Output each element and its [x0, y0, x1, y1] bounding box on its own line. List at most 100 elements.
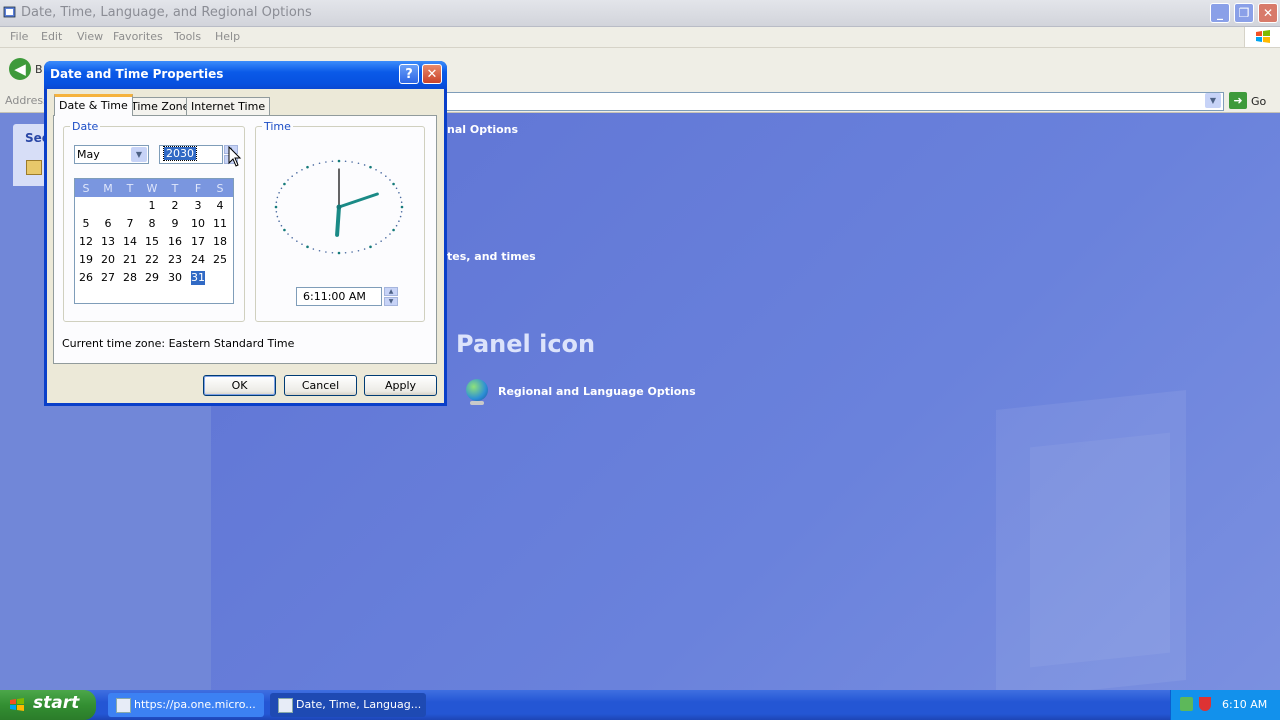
- close-window-button[interactable]: ✕: [1258, 3, 1278, 23]
- calendar-day[interactable]: 24: [188, 253, 208, 267]
- time-spinner[interactable]: ▲ ▼: [384, 287, 398, 306]
- calendar-day[interactable]: 27: [98, 271, 118, 285]
- network-icon[interactable]: [1180, 697, 1193, 711]
- calendar-day[interactable]: 7: [120, 217, 140, 231]
- restore-button[interactable]: ❐: [1234, 3, 1254, 23]
- clock-tick: [278, 220, 280, 223]
- calendar-day[interactable]: 21: [120, 253, 140, 267]
- clock-tick: [363, 248, 366, 250]
- help-button[interactable]: ?: [399, 64, 419, 84]
- calendar-day[interactable]: 10: [188, 217, 208, 231]
- dialog-close-button[interactable]: ✕: [422, 64, 442, 84]
- calendar-day[interactable]: 25: [210, 253, 230, 267]
- main-window-titlebar[interactable]: Date, Time, Language, and Regional Optio…: [0, 0, 1280, 27]
- clock-tick: [392, 228, 395, 232]
- menu-view[interactable]: View: [77, 30, 103, 43]
- address-dropdown-button[interactable]: ▼: [1205, 93, 1221, 108]
- calendar-day[interactable]: 15: [142, 235, 162, 249]
- calendar-day[interactable]: 3: [188, 199, 208, 213]
- clock-tick: [351, 251, 353, 253]
- clock-tick: [275, 211, 278, 213]
- task-label: https://pa.one.micro...: [134, 698, 256, 711]
- taskbar-clock[interactable]: 6:10 AM: [1222, 698, 1267, 711]
- clock-tick: [375, 243, 377, 246]
- minimize-button[interactable]: _: [1210, 3, 1230, 23]
- calendar-day[interactable]: 17: [188, 235, 208, 249]
- security-shield-icon[interactable]: [1199, 697, 1211, 711]
- panel-icon-heading: Panel icon: [456, 330, 596, 358]
- calendar-day[interactable]: 23: [165, 253, 185, 267]
- calendar-day[interactable]: 11: [210, 217, 230, 231]
- weekday-label: M: [103, 182, 113, 195]
- help-icon: ?: [405, 66, 413, 82]
- time-spin-down-button[interactable]: ▼: [384, 297, 398, 306]
- clock-tick: [280, 224, 283, 227]
- calendar-day[interactable]: 14: [120, 235, 140, 249]
- menu-tools[interactable]: Tools: [174, 30, 201, 43]
- clock-tick: [276, 215, 279, 218]
- calendar-day[interactable]: 20: [98, 253, 118, 267]
- calendar-day[interactable]: 13: [98, 235, 118, 249]
- ok-button[interactable]: OK: [203, 375, 276, 396]
- mouse-cursor-icon: [228, 146, 242, 167]
- task-link-dates-times[interactable]: tes, and times: [447, 250, 536, 263]
- address-input[interactable]: [440, 92, 1224, 111]
- calendar-day[interactable]: 26: [76, 271, 96, 285]
- start-label[interactable]: start: [33, 693, 79, 713]
- calendar-day[interactable]: 16: [165, 235, 185, 249]
- taskbar-button-date-time[interactable]: Date, Time, Languag...: [270, 693, 426, 717]
- address-label: Address: [5, 94, 49, 107]
- clock-tick: [283, 182, 286, 186]
- clock-tick: [312, 164, 315, 166]
- calendar-day[interactable]: 9: [165, 217, 185, 231]
- clock-tick: [389, 233, 391, 235]
- regional-language-options-link[interactable]: Regional and Language Options: [498, 385, 696, 398]
- clock-tick: [318, 249, 321, 252]
- menu-help[interactable]: Help: [215, 30, 240, 43]
- calendar-day[interactable]: 12: [76, 235, 96, 249]
- clock-tick: [337, 251, 341, 255]
- go-button[interactable]: ➜: [1229, 92, 1247, 109]
- back-label[interactable]: B: [35, 63, 43, 76]
- taskbar-button-browser[interactable]: https://pa.one.micro...: [108, 693, 264, 717]
- task-label: Date, Time, Languag...: [296, 698, 422, 711]
- weekday-label: W: [146, 182, 158, 195]
- tab-time-zone[interactable]: Time Zone: [126, 97, 195, 115]
- go-label[interactable]: Go: [1251, 95, 1266, 108]
- calendar-day[interactable]: 5: [76, 217, 96, 231]
- back-button[interactable]: ◀: [9, 58, 31, 80]
- weekday-label: T: [126, 182, 134, 195]
- go-arrow-icon: ➜: [1233, 94, 1243, 107]
- calendar-day[interactable]: 30: [165, 271, 185, 285]
- tab-internet-time[interactable]: Internet Time: [186, 97, 271, 115]
- year-value: 2030: [163, 146, 197, 161]
- calendar-day[interactable]: 18: [210, 235, 230, 249]
- calendar-day[interactable]: 1: [142, 199, 162, 213]
- calendar-day[interactable]: 6: [98, 217, 118, 231]
- menu-edit[interactable]: Edit: [41, 30, 62, 43]
- cancel-button[interactable]: Cancel: [284, 375, 357, 396]
- globe-icon[interactable]: [466, 379, 488, 401]
- calendar-day-selected[interactable]: 31: [191, 271, 205, 285]
- month-dropdown-button[interactable]: ▼: [131, 147, 147, 162]
- calendar-day[interactable]: 28: [120, 271, 140, 285]
- analog-clock: [274, 159, 404, 255]
- close-icon: ✕: [1262, 6, 1274, 20]
- menu-favorites[interactable]: Favorites: [113, 30, 163, 43]
- tab-date-time[interactable]: Date & Time: [54, 94, 133, 116]
- time-value: 6:11:00 AM: [303, 290, 366, 303]
- calendar-day[interactable]: 8: [142, 217, 162, 231]
- clock-tick: [398, 191, 400, 194]
- clock-tick: [369, 245, 372, 249]
- menu-file[interactable]: File: [10, 30, 28, 43]
- time-spin-up-button[interactable]: ▲: [384, 287, 398, 296]
- calendar-day[interactable]: 4: [210, 199, 230, 213]
- dialog-title: Date and Time Properties: [50, 67, 224, 81]
- calendar-day[interactable]: 19: [76, 253, 96, 267]
- weekday-label: S: [82, 182, 90, 195]
- calendar-day[interactable]: 2: [165, 199, 185, 213]
- clock-tick: [385, 236, 387, 239]
- calendar-day[interactable]: 22: [142, 253, 162, 267]
- apply-button[interactable]: Apply: [364, 375, 437, 396]
- calendar-day[interactable]: 29: [142, 271, 162, 285]
